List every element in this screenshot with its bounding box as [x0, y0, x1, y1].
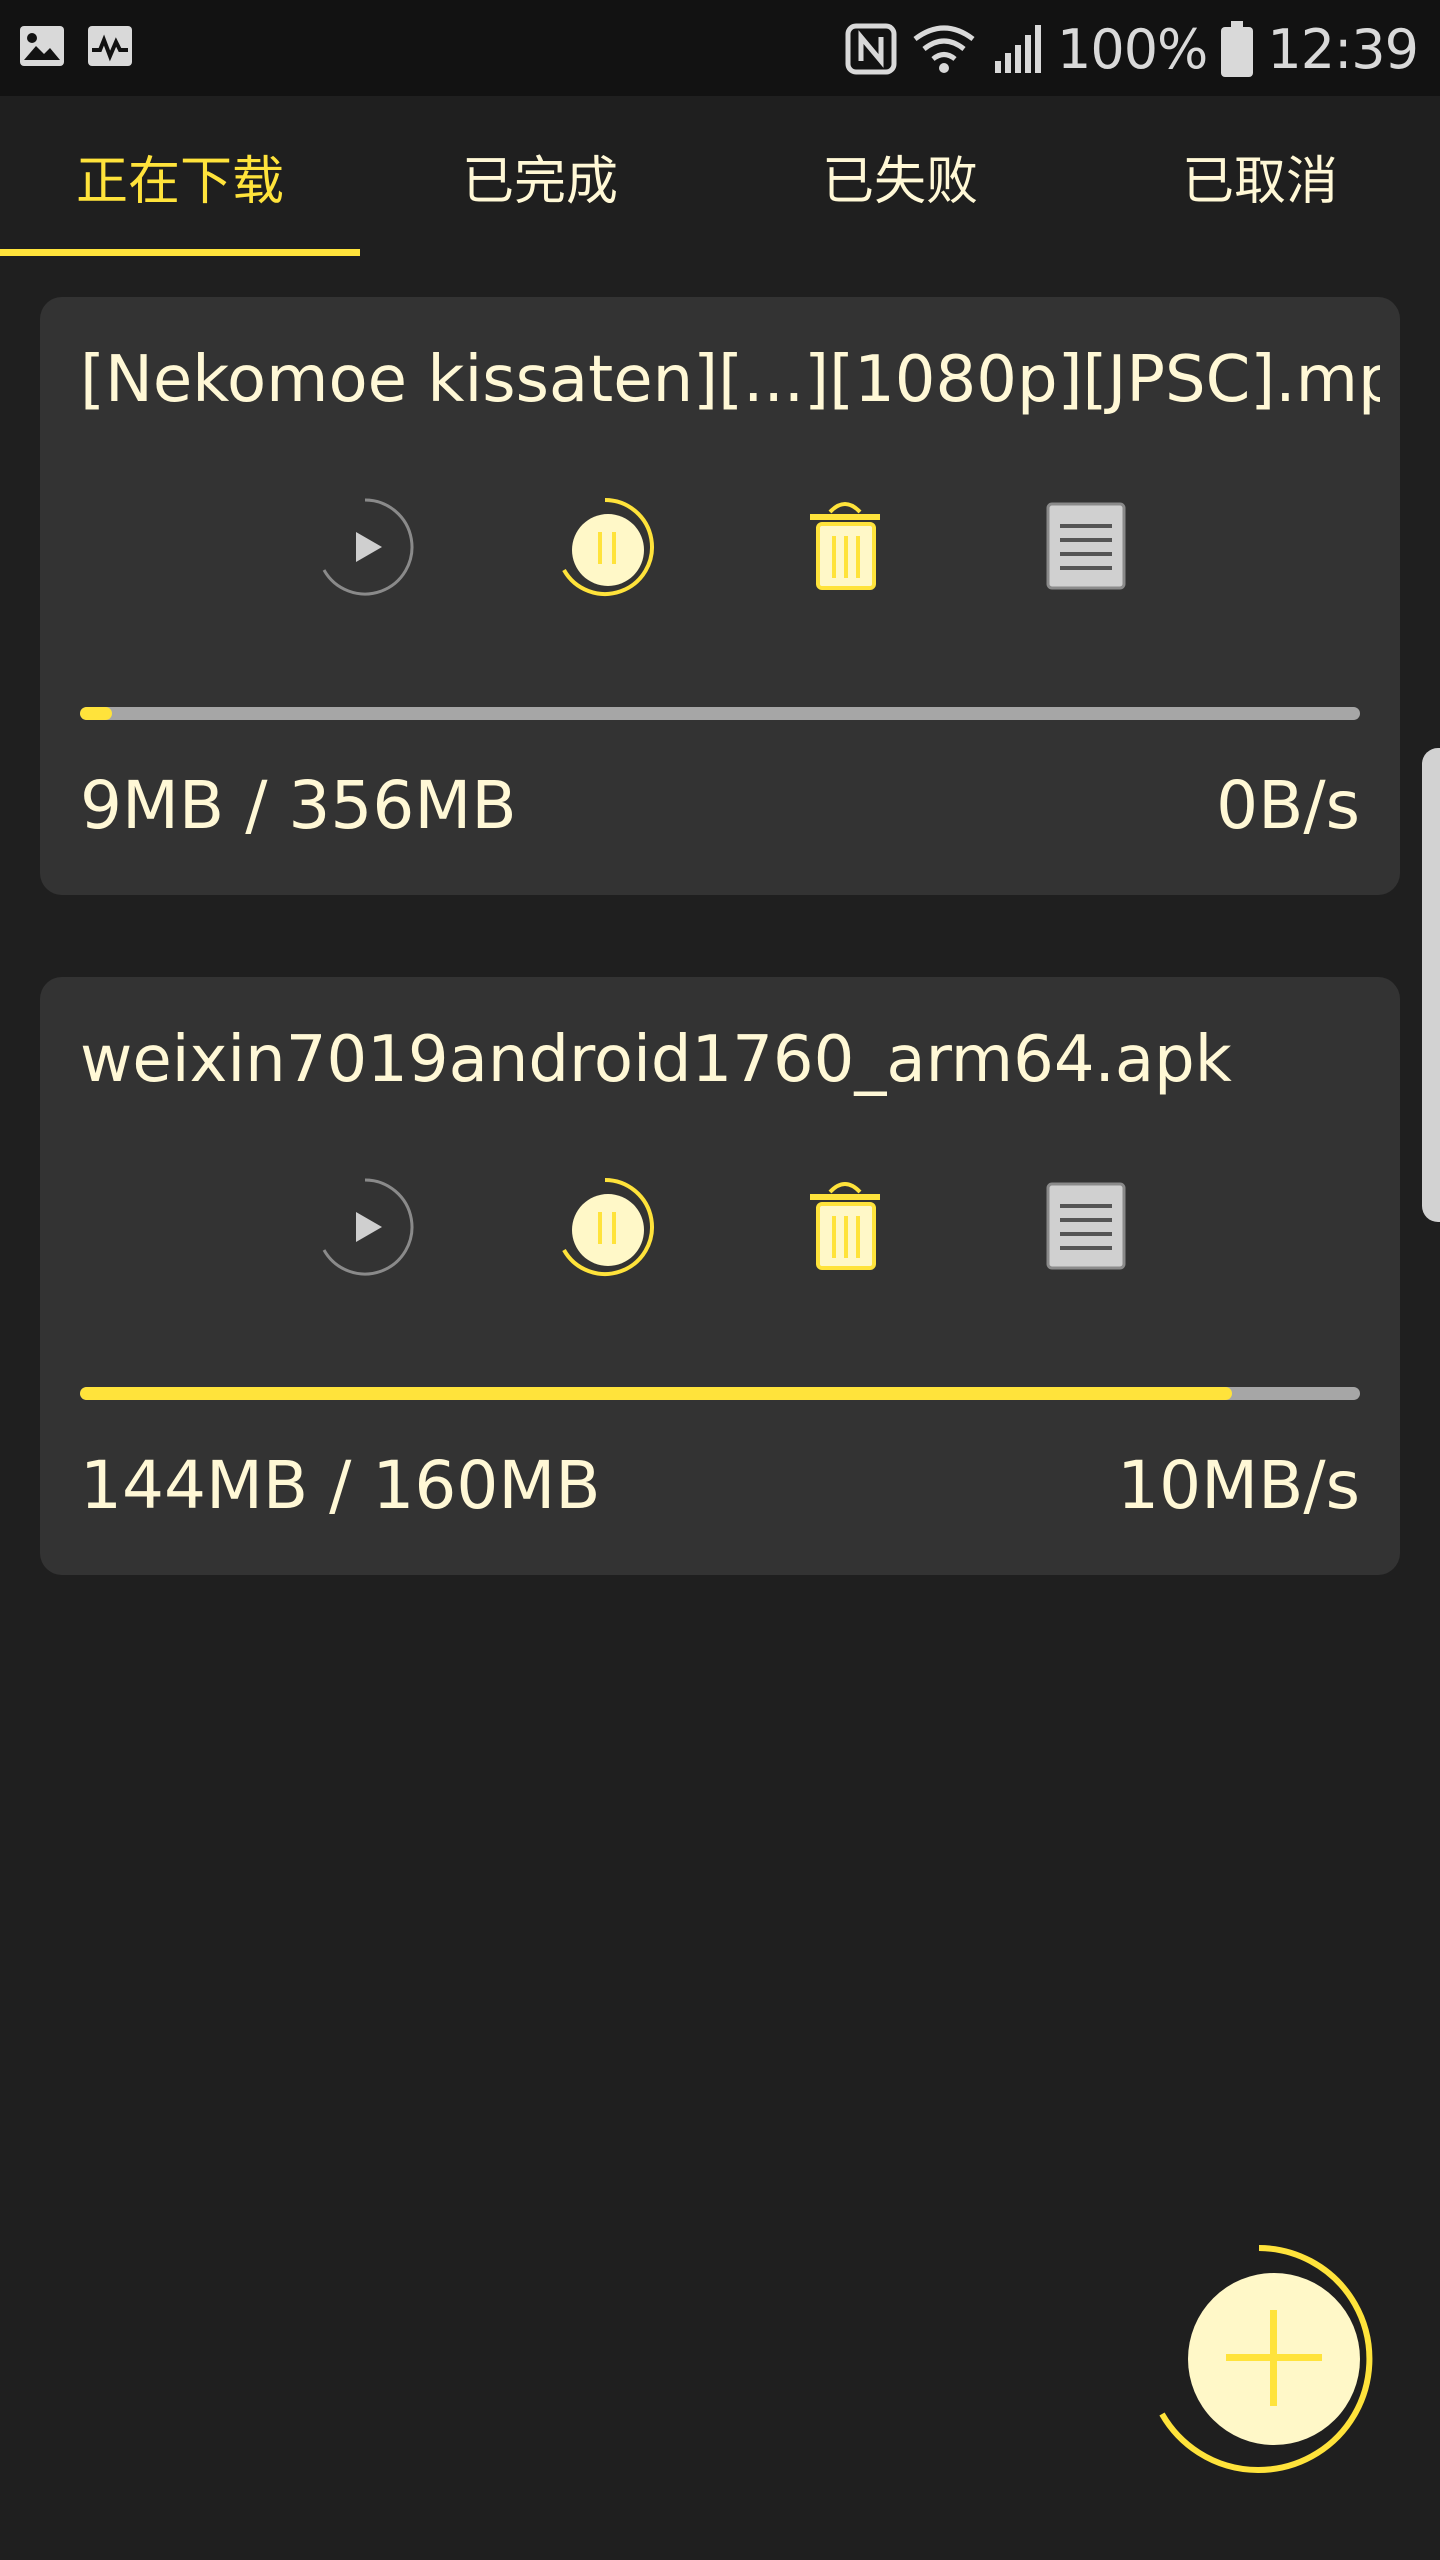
progress-fill — [80, 1387, 1232, 1400]
download-speed: 10MB/s — [1117, 1447, 1360, 1524]
delete-icon[interactable] — [790, 492, 900, 602]
download-card: weixin7019android1760_arm64.apk 144MB / … — [40, 977, 1400, 1575]
tab-downloading[interactable]: 正在下载 — [0, 96, 360, 256]
play-icon[interactable] — [310, 492, 420, 602]
clock: 12:39 — [1267, 17, 1419, 81]
tab-cancelled[interactable]: 已取消 — [1080, 96, 1440, 256]
tab-indicator — [0, 249, 360, 256]
download-actions — [310, 492, 1150, 602]
tab-failed[interactable]: 已失败 — [720, 96, 1080, 256]
status-bar: 100% 12:39 — [0, 0, 1440, 96]
battery-percent: 100% — [1056, 17, 1208, 81]
download-speed: 0B/s — [1216, 767, 1360, 844]
play-icon[interactable] — [310, 1172, 420, 1282]
details-icon[interactable] — [1030, 492, 1140, 602]
delete-icon[interactable] — [790, 1172, 900, 1282]
tab-completed[interactable]: 已完成 — [360, 96, 720, 256]
pause-icon[interactable] — [550, 492, 660, 602]
download-size: 9MB / 356MB — [80, 767, 517, 844]
details-icon[interactable] — [1030, 1172, 1140, 1282]
battery-icon — [1221, 21, 1254, 77]
download-progress-bar — [80, 707, 1360, 720]
download-progress-bar — [80, 1387, 1360, 1400]
scrollbar-handle[interactable] — [1422, 748, 1440, 1222]
tab-label: 正在下载 — [75, 151, 284, 212]
wifi-icon — [913, 25, 975, 73]
image-icon — [20, 26, 64, 66]
pause-icon[interactable] — [550, 1172, 660, 1282]
tab-label: 已取消 — [1181, 151, 1338, 212]
add-download-button[interactable] — [1144, 2244, 1374, 2474]
activity-icon — [88, 26, 132, 66]
nfc-icon — [845, 23, 897, 75]
tab-label: 已失败 — [821, 151, 978, 212]
signal-icon — [994, 25, 1041, 73]
download-card: [Nekomoe kissaten][...][1080p][JPSC].mp4 — [40, 297, 1400, 895]
download-size: 144MB / 160MB — [80, 1447, 601, 1524]
progress-fill — [80, 707, 112, 720]
tab-bar: 正在下载 已完成 已失败 已取消 — [0, 96, 1440, 256]
download-filename: [Nekomoe kissaten][...][1080p][JPSC].mp4 — [80, 343, 1380, 417]
download-actions — [310, 1172, 1150, 1282]
tab-label: 已完成 — [461, 151, 618, 212]
download-filename: weixin7019android1760_arm64.apk — [80, 1023, 1232, 1097]
